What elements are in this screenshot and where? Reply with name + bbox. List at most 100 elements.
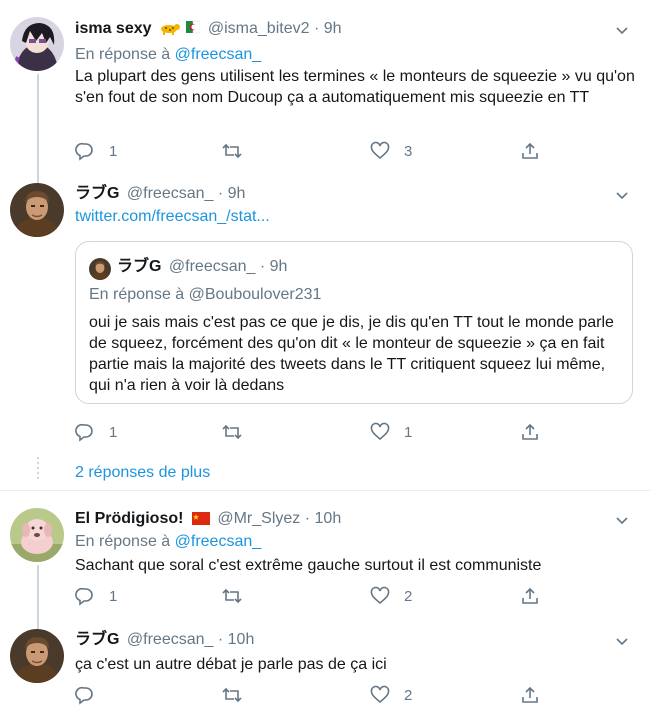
user-handle[interactable]: @freecsan_ [127, 185, 214, 202]
retweet-button[interactable] [222, 421, 256, 443]
like-count: 2 [404, 686, 413, 704]
share-icon [522, 587, 538, 604]
share-button[interactable] [520, 421, 540, 443]
heart-icon [370, 422, 390, 441]
reply-prefix: En réponse à [89, 286, 185, 303]
reply-prefix: En réponse à [75, 533, 171, 550]
thread-line [37, 74, 39, 175]
tweet-header: isma sexy @isma_bitev2 · 9h [75, 19, 342, 41]
tweet-time[interactable]: 9h [324, 20, 342, 37]
avatar-anime-image [10, 17, 64, 71]
avatar-dog-image [10, 508, 64, 562]
reply-prefix: En réponse à [75, 46, 171, 63]
reply-context: En réponse à @freecsan_ [75, 45, 261, 65]
reply-icon [75, 423, 93, 442]
like-button[interactable]: 2 [370, 585, 412, 607]
retweet-button[interactable] [222, 684, 256, 706]
tweet-text: La plupart des gens utilisent les termin… [75, 68, 635, 106]
reply-icon [75, 142, 93, 161]
avatar[interactable] [10, 17, 64, 71]
display-name: ラブG [117, 258, 162, 275]
avatar[interactable] [10, 183, 64, 237]
separator-dot: · [259, 258, 266, 275]
avatar-man-image [10, 183, 64, 237]
tweet-header: ラブG @freecsan_ · 10h [75, 630, 254, 650]
user-handle[interactable]: @isma_bitev2 [208, 20, 310, 37]
like-count: 2 [404, 587, 413, 605]
chevron-down-icon[interactable] [614, 633, 630, 649]
retweet-button[interactable] [222, 585, 256, 607]
tweet-header: ラブG @freecsan_ · 9h [75, 184, 245, 204]
tweet-time[interactable]: 10h [315, 510, 342, 527]
display-name[interactable]: El Prödigioso! [75, 510, 183, 527]
avatar [89, 258, 111, 280]
avatar-man-image [89, 258, 111, 280]
retweet-button[interactable] [222, 140, 256, 162]
share-button[interactable] [520, 140, 540, 162]
retweet-icon [222, 687, 242, 703]
reply-context: En réponse à @freecsan_ [75, 532, 261, 552]
china-flag-icon [191, 511, 210, 531]
quoted-tweet-header: ラブG @freecsan_ · 9h [117, 257, 287, 277]
chevron-down-icon[interactable] [614, 187, 630, 203]
user-handle: @freecsan_ [168, 258, 256, 275]
avatar[interactable] [10, 508, 64, 562]
tweet-header: El Prödigioso! @Mr_Slyez · 10h [75, 509, 341, 531]
display-name[interactable]: ラブG [75, 631, 119, 648]
thread-line [37, 619, 39, 629]
thread-line [37, 175, 39, 183]
tweet-time[interactable]: 10h [228, 631, 255, 648]
quoted-tweet-text: oui je sais mais c'est pas ce que je dis… [89, 314, 614, 394]
heart-icon [370, 685, 390, 704]
retweet-icon [222, 588, 242, 604]
tweet-time[interactable]: 9h [228, 185, 246, 202]
avatar-man-image [10, 629, 64, 683]
display-name[interactable]: isma sexy [75, 20, 152, 37]
user-handle[interactable]: @Mr_Slyez [217, 510, 300, 527]
thread-line [37, 565, 39, 619]
share-button[interactable] [520, 585, 540, 607]
reply-count: 1 [109, 587, 118, 605]
thread-dots [37, 457, 39, 482]
reply-icon [75, 587, 93, 606]
like-button[interactable]: 1 [370, 421, 412, 443]
reply-button[interactable]: 1 [75, 585, 117, 607]
reply-icon [75, 686, 93, 705]
share-icon [522, 686, 538, 703]
tweet[interactable]: ラブG @freecsan_ · 10h ça c'est un autre d… [0, 619, 650, 725]
tweet-link[interactable]: twitter.com/freecsan_/stat... [75, 207, 270, 227]
quoted-tweet[interactable]: ラブG @freecsan_ · 9h En réponse à @Boubou… [75, 241, 633, 404]
share-button[interactable] [520, 684, 540, 706]
tweet[interactable]: isma sexy @isma_bitev2 · 9h En réponse à… [0, 0, 650, 175]
reply-button[interactable]: 1 [75, 140, 117, 162]
reply-to-link[interactable]: @freecsan_ [175, 46, 262, 63]
separator-dot: · [313, 20, 320, 37]
tweet[interactable]: ラブG @freecsan_ · 9h twitter.com/freecsan… [0, 175, 650, 490]
like-button[interactable]: 3 [370, 140, 412, 162]
separator-dot: · [217, 185, 224, 202]
reply-button[interactable]: 1 [75, 421, 117, 443]
more-replies-link[interactable]: 2 réponses de plus [75, 464, 210, 482]
reply-to-link[interactable]: @freecsan_ [175, 533, 262, 550]
avatar[interactable] [10, 629, 64, 683]
heart-icon [370, 586, 390, 605]
user-handle[interactable]: @freecsan_ [127, 631, 214, 648]
like-button[interactable]: 2 [370, 684, 412, 706]
leopard-emoji-icon [160, 21, 180, 41]
tweet[interactable]: El Prödigioso! @Mr_Slyez · 10h En répons… [0, 491, 650, 619]
reply-button[interactable] [75, 684, 109, 706]
tweet-actions: 1 2 [75, 585, 545, 607]
tweet-actions: 1 3 [75, 140, 545, 162]
separator-dot: · [217, 631, 224, 648]
chevron-down-icon[interactable] [614, 512, 630, 528]
tweet-text: ça c'est un autre débat je parle pas de … [75, 656, 387, 673]
reply-context: En réponse à @Bouboulover231 [89, 285, 321, 305]
status-url-link[interactable]: twitter.com/freecsan_/stat... [75, 208, 270, 225]
reply-count: 1 [109, 142, 118, 160]
display-name[interactable]: ラブG [75, 185, 119, 202]
like-count: 3 [404, 142, 413, 160]
reply-to-handle: @Bouboulover231 [188, 286, 322, 303]
separator-dot: · [304, 510, 311, 527]
chevron-down-icon[interactable] [614, 22, 630, 38]
algeria-flag-icon [186, 19, 201, 41]
